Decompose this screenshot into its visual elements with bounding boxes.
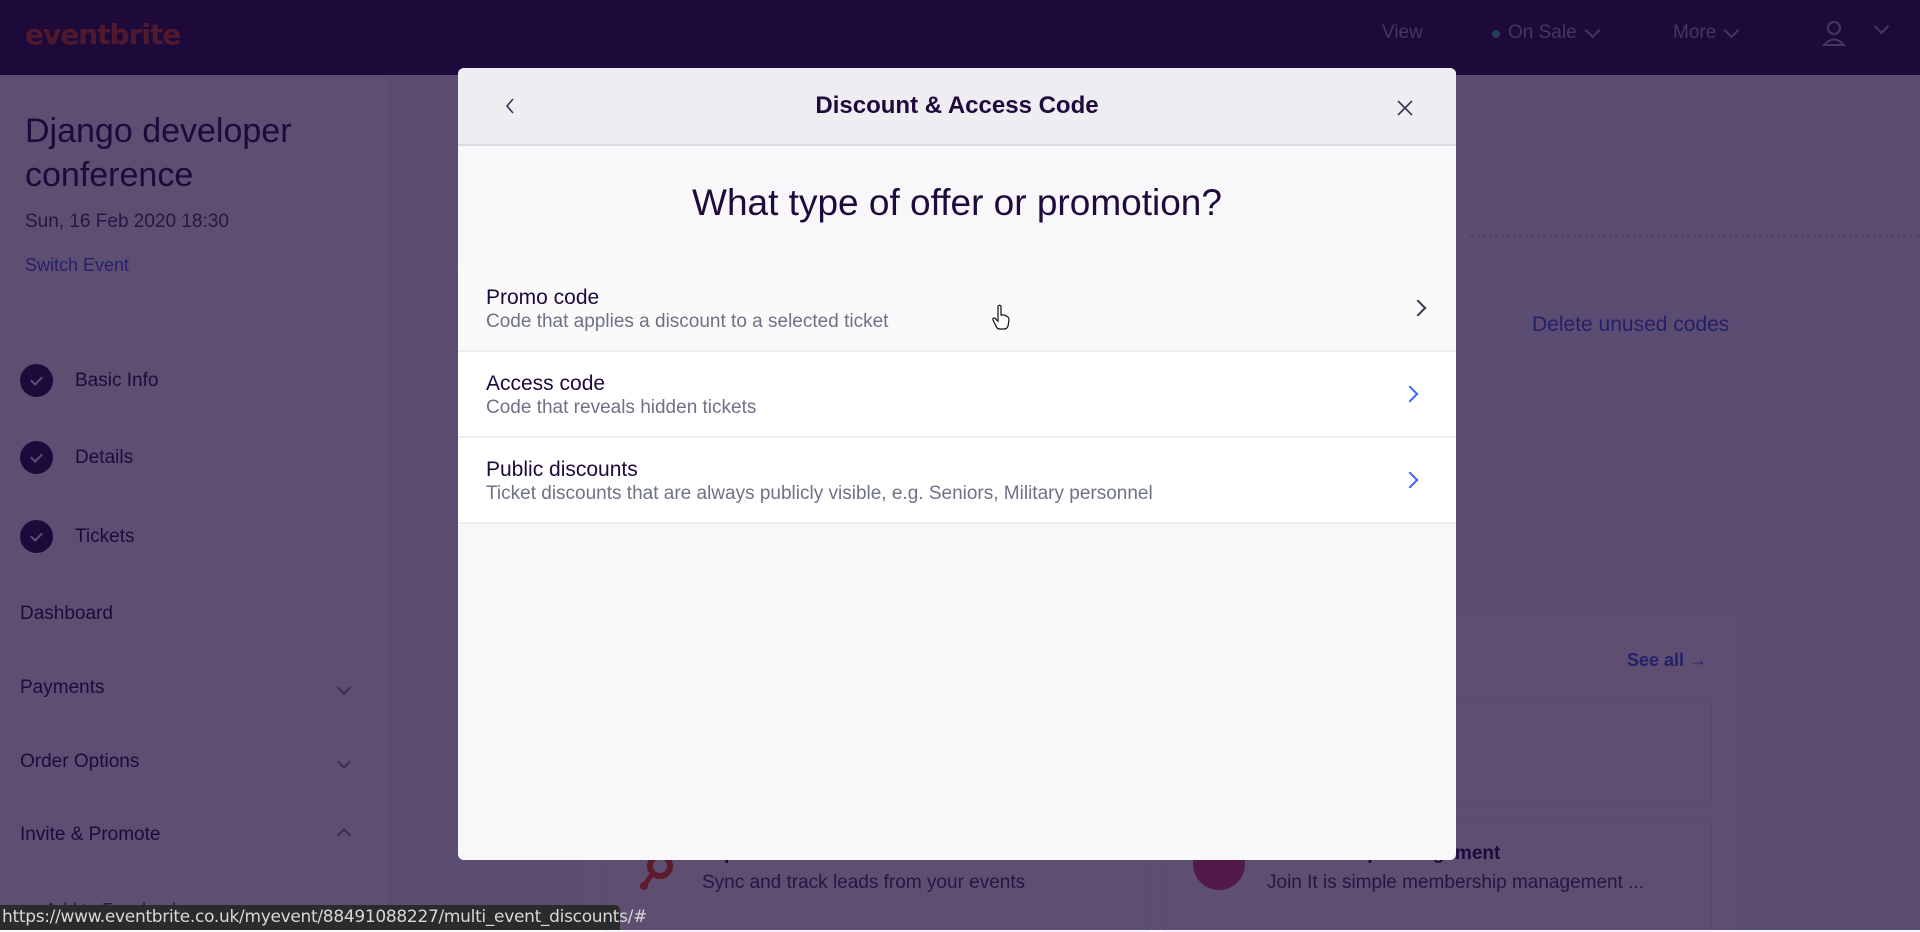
option-description: Ticket discounts that are always publicl… [486,483,1153,504]
browser-status-url: https://www.eventbrite.co.uk/myevent/884… [0,905,647,930]
chevron-right-icon [1401,471,1419,489]
chevron-right-icon [1409,299,1427,317]
close-icon[interactable] [1395,98,1415,118]
chevron-right-icon [1401,385,1419,403]
option-description: Code that applies a discount to a select… [486,311,889,332]
discount-access-code-modal: Discount & Access Code What type of offe… [458,68,1456,860]
offer-type-list: Promo code Code that applies a discount … [458,266,1456,524]
option-description: Code that reveals hidden tickets [486,397,757,418]
modal-header: Discount & Access Code [458,68,1456,146]
option-access-code[interactable]: Access code Code that reveals hidden tic… [458,352,1456,438]
option-title: Promo code [486,286,600,309]
option-title: Access code [486,372,606,395]
option-public-discounts[interactable]: Public discounts Ticket discounts that a… [458,438,1456,524]
option-title: Public discounts [486,458,638,481]
back-arrow-icon[interactable] [498,94,522,118]
option-promo-code[interactable]: Promo code Code that applies a discount … [458,266,1456,352]
modal-title: Discount & Access Code [815,92,1099,119]
hand-pointer-cursor-icon [992,304,1010,330]
modal-question: What type of offer or promotion? [692,182,1222,223]
